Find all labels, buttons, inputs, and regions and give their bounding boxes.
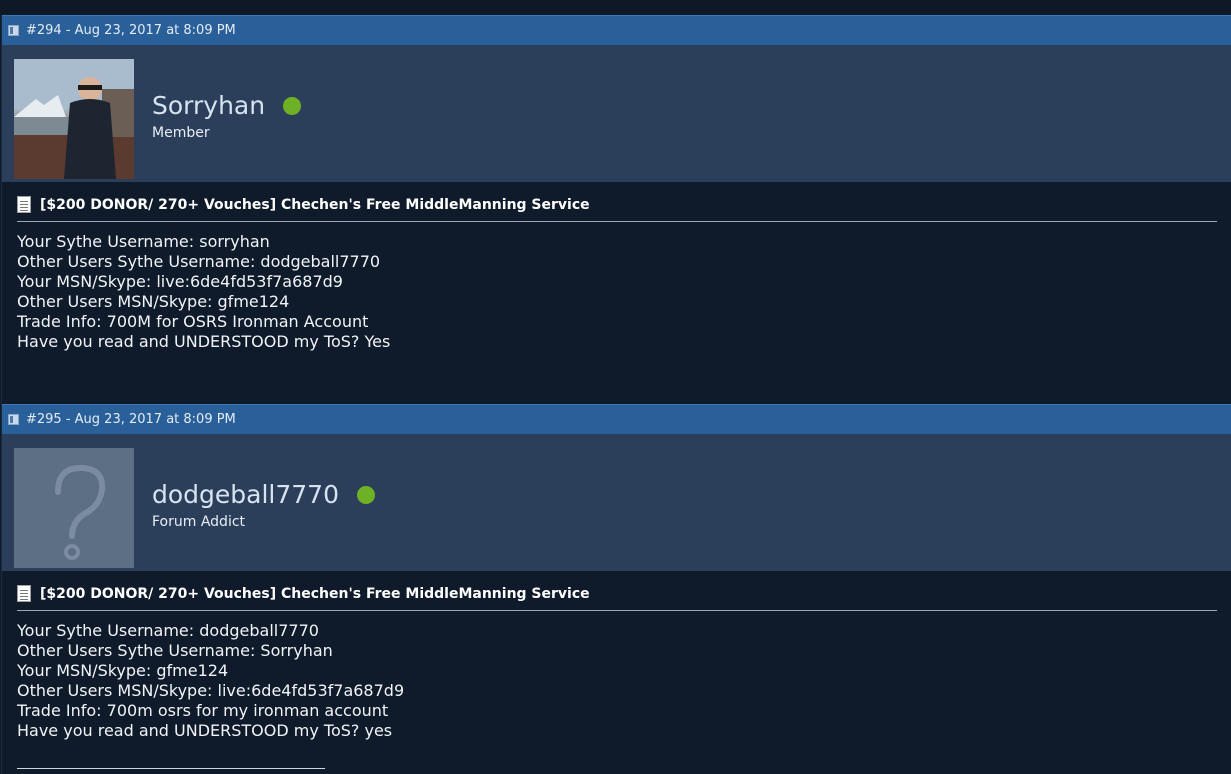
message-line: Your MSN/Skype: live:6de4fd53f7a687d9	[17, 272, 343, 291]
username-row: Sorryhan	[152, 91, 302, 120]
message-line: Your MSN/Skype: gfme124	[17, 661, 229, 680]
message-line: Other Users Sythe Username: dodgeball777…	[17, 252, 381, 271]
message-line: Other Users MSN/Skype: gfme124	[17, 292, 290, 311]
message-line: Your Sythe Username: dodgeball7770	[17, 621, 319, 640]
post-body: [$200 DONOR/ 270+ Vouches] Chechen's Fre…	[2, 182, 1231, 352]
thread-title-text[interactable]: [$200 DONOR/ 270+ Vouches] Chechen's Fre…	[40, 197, 590, 213]
user-title: Member	[152, 125, 210, 141]
avatar[interactable]	[14, 59, 134, 179]
username[interactable]: dodgeball7770	[152, 480, 339, 509]
document-icon	[17, 585, 31, 602]
online-status-icon	[357, 485, 375, 504]
thread-title-text[interactable]: [$200 DONOR/ 270+ Vouches] Chechen's Fre…	[40, 586, 590, 602]
forum-post: #294 - Aug 23, 2017 at 8:09 PM Sorryhan …	[1, 15, 1231, 404]
post-header: #294 - Aug 23, 2017 at 8:09 PM	[2, 15, 1231, 45]
avatar[interactable]	[14, 448, 134, 568]
username-row: dodgeball7770	[152, 480, 375, 509]
signature-divider	[17, 768, 325, 769]
avatar-photo-icon	[14, 59, 134, 179]
post-message: Your Sythe Username: sorryhan Other User…	[17, 232, 1217, 352]
thread-title: [$200 DONOR/ 270+ Vouches] Chechen's Fre…	[17, 196, 1217, 222]
message-line: Other Users MSN/Skype: live:6de4fd53f7a6…	[17, 681, 405, 700]
post-body: [$200 DONOR/ 270+ Vouches] Chechen's Fre…	[2, 571, 1231, 741]
forum-post: #295 - Aug 23, 2017 at 8:09 PM dodgeball…	[1, 404, 1231, 774]
post-icon	[8, 414, 19, 425]
post-message: Your Sythe Username: dodgeball7770 Other…	[17, 621, 1217, 741]
message-line: Other Users Sythe Username: Sorryhan	[17, 641, 333, 660]
message-line: Have you read and UNDERSTOOD my ToS? Yes	[17, 332, 391, 351]
post-header: #295 - Aug 23, 2017 at 8:09 PM	[2, 404, 1231, 434]
user-info-bar: dodgeball7770 Forum Addict	[2, 434, 1231, 571]
post-number-date[interactable]: #295 - Aug 23, 2017 at 8:09 PM	[26, 412, 236, 427]
top-strip	[0, 0, 1231, 15]
online-status-icon	[283, 96, 302, 115]
message-line: Your Sythe Username: sorryhan	[17, 232, 270, 251]
thread-title: [$200 DONOR/ 270+ Vouches] Chechen's Fre…	[17, 585, 1217, 611]
message-line: Have you read and UNDERSTOOD my ToS? yes	[17, 721, 393, 740]
post-number-date[interactable]: #294 - Aug 23, 2017 at 8:09 PM	[26, 23, 236, 38]
post-icon	[8, 25, 19, 36]
message-line: Trade Info: 700m osrs for my ironman acc…	[17, 701, 389, 720]
user-title: Forum Addict	[152, 514, 246, 530]
username[interactable]: Sorryhan	[152, 91, 265, 120]
user-info-bar: Sorryhan Member	[2, 45, 1231, 182]
message-line: Trade Info: 700M for OSRS Ironman Accoun…	[17, 312, 369, 331]
document-icon	[17, 196, 31, 213]
default-avatar-icon	[55, 464, 106, 560]
